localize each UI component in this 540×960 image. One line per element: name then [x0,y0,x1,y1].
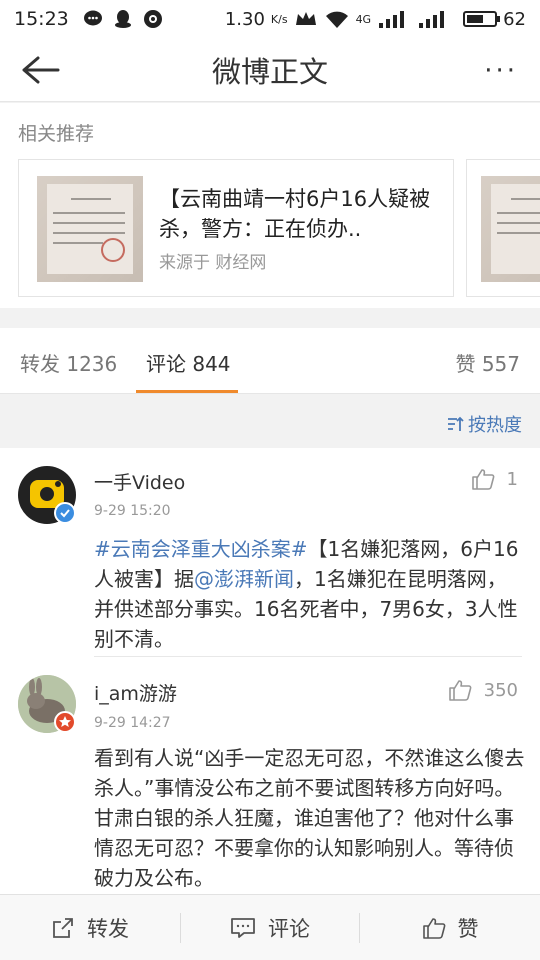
related-thumbnail [37,176,143,282]
net-speed-unit: K/s [270,12,288,26]
comment-list: 一手Video 9-29 15:20 1 #云南会泽重大凶杀案#【1名嫌犯落网，… [0,448,540,894]
eye-app-icon [143,10,162,28]
repost-label: 转发 [87,917,129,941]
comment-button[interactable]: 评论 [181,895,359,960]
comment-time: 9-29 14:27 [94,715,171,731]
related-card[interactable]: 【云南曲靖一村6户16人疑被杀，警方：正在侦办.. 来源于 财经网 [18,159,454,297]
comment-text: #云南会泽重大凶杀案#【1名嫌犯落网，6户16人被害】据@澎湃新闻，1名嫌犯在昆… [94,534,526,654]
related-section: 相关推荐 【云南曲靖一村6户16人疑被杀，警方：正在侦办.. 来源于 财经网 [0,103,540,308]
mention-link[interactable]: @澎湃新闻 [194,567,294,591]
sort-bar: 按热度 [0,395,540,447]
share-icon [53,918,73,938]
comment-text: 看到有人说“凶手一定忍无可忍，不然谁这么傻去杀人。”事情没公布之前不要试图转移方… [94,746,525,890]
app-header: 微博正文 ··· [0,38,540,102]
thumbs-up-icon [422,918,445,939]
chat-icon [83,10,102,26]
active-tab-indicator [136,390,238,393]
comment-item: i_am游游 9-29 14:27 350 看到有人说“凶手一定忍无可忍，不然谁… [0,657,540,894]
verified-badge [54,502,76,524]
status-bar: 15:23 1.30 K/s 4G 62 [0,0,540,38]
related-card-next[interactable] [466,159,540,297]
sort-label: 按热度 [468,415,522,436]
comment-author[interactable]: 一手Video [94,468,185,495]
comment-author[interactable]: i_am游游 [94,679,177,706]
repost-button[interactable]: 转发 [0,895,180,960]
related-thumbnail-next [481,176,540,282]
network-type: 4G [355,12,372,26]
sort-icon [448,416,464,431]
like-button[interactable]: 赞 [360,895,540,960]
signal-icon [379,11,405,28]
hashtag-link[interactable]: #云南会泽重大凶杀案# [94,537,308,561]
related-title: 【云南曲靖一村6户16人疑被杀，警方：正在侦办.. [159,187,431,241]
tab-bar: 转发 1236 评论 844 赞 557 [0,328,540,394]
bottom-action-bar: 转发 评论 赞 [0,894,540,960]
comment-like-count: 350 [483,679,518,701]
like-label: 赞 [457,917,479,941]
comment-like-button[interactable]: 1 [471,468,518,490]
tab-comment[interactable]: 评论 844 [146,348,231,377]
comment-item: 一手Video 9-29 15:20 1 #云南会泽重大凶杀案#【1名嫌犯落网，… [0,448,540,657]
tab-like[interactable]: 赞 557 [455,348,520,377]
back-arrow-icon[interactable] [18,52,62,88]
wifi-icon [325,11,348,28]
related-source: 来源于 财经网 [159,253,267,273]
status-time: 15:23 [14,8,69,30]
comment-like-count: 1 [506,468,518,490]
page-title: 微博正文 [211,54,328,89]
comment-time: 9-29 15:20 [94,503,171,519]
thumbs-up-icon [448,680,472,701]
battery-icon [463,11,501,27]
signal-icon-2 [419,11,445,28]
qq-icon [114,10,131,28]
comment-label: 评论 [268,917,310,941]
comment-icon [231,918,255,938]
sort-button[interactable]: 按热度 [446,411,522,437]
member-badge [54,711,76,733]
crown-icon [295,12,316,25]
more-menu-icon[interactable]: ··· [484,56,518,86]
net-speed: 1.30 [224,8,265,30]
battery-level: 62 [503,8,526,30]
related-label: 相关推荐 [18,123,95,145]
thumbs-up-icon [471,469,494,490]
comment-like-button[interactable]: 350 [448,679,518,701]
tab-repost[interactable]: 转发 1236 [20,348,117,377]
